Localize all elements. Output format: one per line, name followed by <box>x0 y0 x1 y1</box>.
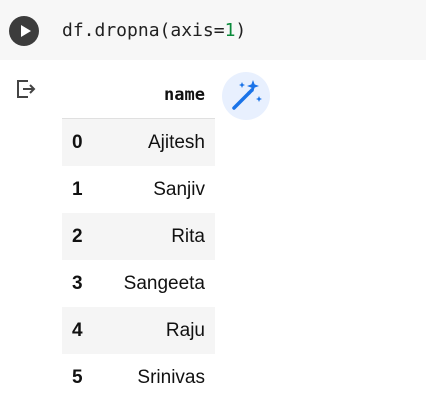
row-index: 2 <box>62 213 114 260</box>
code-number: 1 <box>224 20 236 41</box>
table-row: 1 Sanjiv <box>62 166 215 213</box>
table-row: 3 Sangeeta <box>62 260 215 307</box>
row-value: Raju <box>114 307 215 354</box>
row-value: Rita <box>114 213 215 260</box>
magic-wand-icon <box>232 80 262 110</box>
row-index: 5 <box>72 366 83 388</box>
code-editor[interactable]: df.dropna(axis=1) <box>62 19 246 43</box>
table-header-row: name <box>62 72 215 119</box>
code-text: df.dropna(axis= <box>62 20 225 41</box>
table-row: 4 Raju <box>62 307 215 354</box>
run-cell-button[interactable] <box>9 16 39 46</box>
code-cell[interactable]: df.dropna(axis=1) <box>0 0 426 60</box>
dataframe-table: name 0 Ajitesh 1 Sanjiv 2 Rita 3 Sangeet… <box>62 72 215 401</box>
row-value: Ajitesh <box>114 118 215 166</box>
output-redirect-icon[interactable] <box>14 77 38 101</box>
row-index: 3 <box>72 272 83 294</box>
row-value: Sanjiv <box>153 178 205 200</box>
table-row: 2 Rita <box>62 213 215 260</box>
row-value: Srinivas <box>137 366 205 388</box>
row-index: 1 <box>72 178 83 200</box>
row-index: 0 <box>62 118 114 166</box>
table-row: 0 Ajitesh <box>62 118 215 166</box>
suggest-chart-button[interactable] <box>222 72 270 120</box>
column-header-name: name <box>114 72 215 119</box>
row-value: Sangeeta <box>123 272 205 294</box>
code-text-end: ) <box>235 20 247 41</box>
index-header <box>62 72 114 119</box>
table-row: 5 Srinivas <box>62 354 215 401</box>
play-icon <box>21 25 31 37</box>
row-index: 4 <box>62 307 114 354</box>
